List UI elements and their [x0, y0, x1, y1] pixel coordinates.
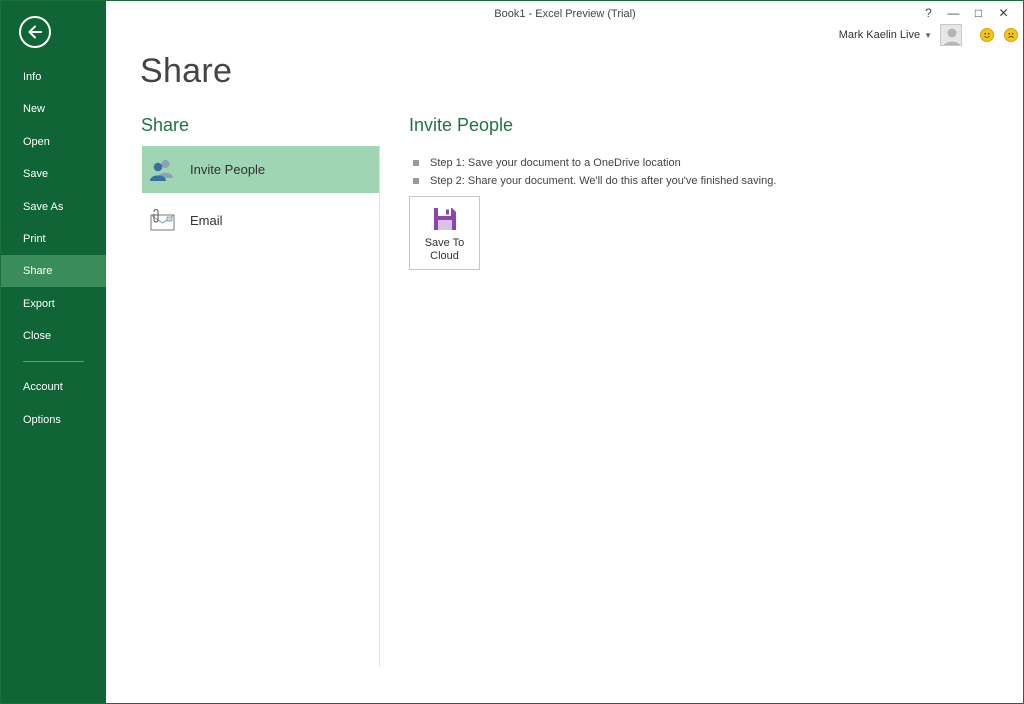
label-line-2: Cloud	[430, 250, 459, 262]
people-icon	[148, 156, 176, 184]
email-option[interactable]: Email	[142, 197, 379, 244]
nav-info[interactable]: Info	[0, 61, 106, 93]
save-to-cloud-button[interactable]: Save To Cloud	[409, 196, 480, 270]
chevron-down-icon[interactable]: ▼	[924, 31, 932, 40]
nav-label: Open	[23, 136, 50, 148]
help-button[interactable]: ?	[916, 4, 941, 22]
nav-label: Save As	[23, 201, 64, 213]
save-to-cloud-label: Save To Cloud	[425, 237, 465, 263]
frown-icon[interactable]	[1004, 28, 1018, 42]
window-border	[0, 0, 1024, 704]
nav-save-as[interactable]: Save As	[0, 191, 106, 223]
nav-close[interactable]: Close	[0, 320, 106, 352]
bullet	[413, 160, 419, 166]
nav-print[interactable]: Print	[0, 223, 106, 255]
close-button[interactable]: ✕	[991, 4, 1016, 22]
nav-open[interactable]: Open	[0, 126, 106, 158]
maximize-button[interactable]: □	[966, 4, 991, 22]
nav-label: New	[23, 103, 46, 115]
list-item: Step 2: Share your document. We'll do th…	[413, 172, 776, 190]
nav-label: Close	[23, 330, 52, 342]
nav-label: Export	[23, 298, 55, 310]
backstage-sidebar: Info New Open Save Save As Print Share E…	[0, 0, 106, 704]
nav-label: Account	[23, 381, 63, 393]
option-label: Invite People	[190, 162, 266, 177]
nav-label: Save	[23, 168, 49, 180]
page-title: Share	[140, 52, 233, 90]
invite-people-title: Invite People	[409, 115, 514, 135]
smile-icon[interactable]	[980, 28, 994, 42]
user-name[interactable]: Mark Kaelin Live	[839, 29, 920, 41]
nav-label: Options	[23, 414, 61, 426]
nav-label: Print	[23, 233, 46, 245]
nav-label: Share	[23, 265, 53, 277]
label-line-1: Save To	[424, 237, 465, 249]
account-area: Mark Kaelin Live ▼	[839, 24, 1018, 46]
nav-export[interactable]: Export	[0, 288, 106, 320]
list-item: Step 1: Save your document to a OneDrive…	[413, 154, 776, 172]
nav-save[interactable]: Save	[0, 158, 106, 190]
back-button[interactable]	[19, 16, 51, 48]
share-section-title: Share	[141, 115, 190, 135]
step-text: Step 2: Share your document. We'll do th…	[430, 175, 777, 187]
step-text: Step 1: Save your document to a OneDrive…	[430, 157, 681, 169]
minimize-button[interactable]: —	[941, 4, 966, 22]
nav-new[interactable]: New	[0, 93, 106, 125]
nav-share[interactable]: Share	[0, 255, 106, 287]
window-controls: ? — □ ✕	[916, 4, 1016, 22]
avatar[interactable]	[940, 24, 962, 46]
back-arrow-icon	[28, 25, 42, 39]
option-label: Email	[190, 213, 223, 228]
invite-people-option[interactable]: Invite People	[142, 146, 379, 193]
nav-account[interactable]: Account	[0, 371, 106, 403]
nav-divider	[23, 361, 84, 362]
email-icon	[148, 207, 176, 235]
bullet	[413, 178, 419, 184]
nav-options[interactable]: Options	[0, 404, 106, 436]
steps-list: Step 1: Save your document to a OneDrive…	[413, 154, 776, 190]
nav-label: Info	[23, 71, 42, 83]
panel-divider	[379, 145, 380, 667]
floppy-disk-icon	[433, 208, 456, 230]
person-icon	[943, 28, 961, 45]
